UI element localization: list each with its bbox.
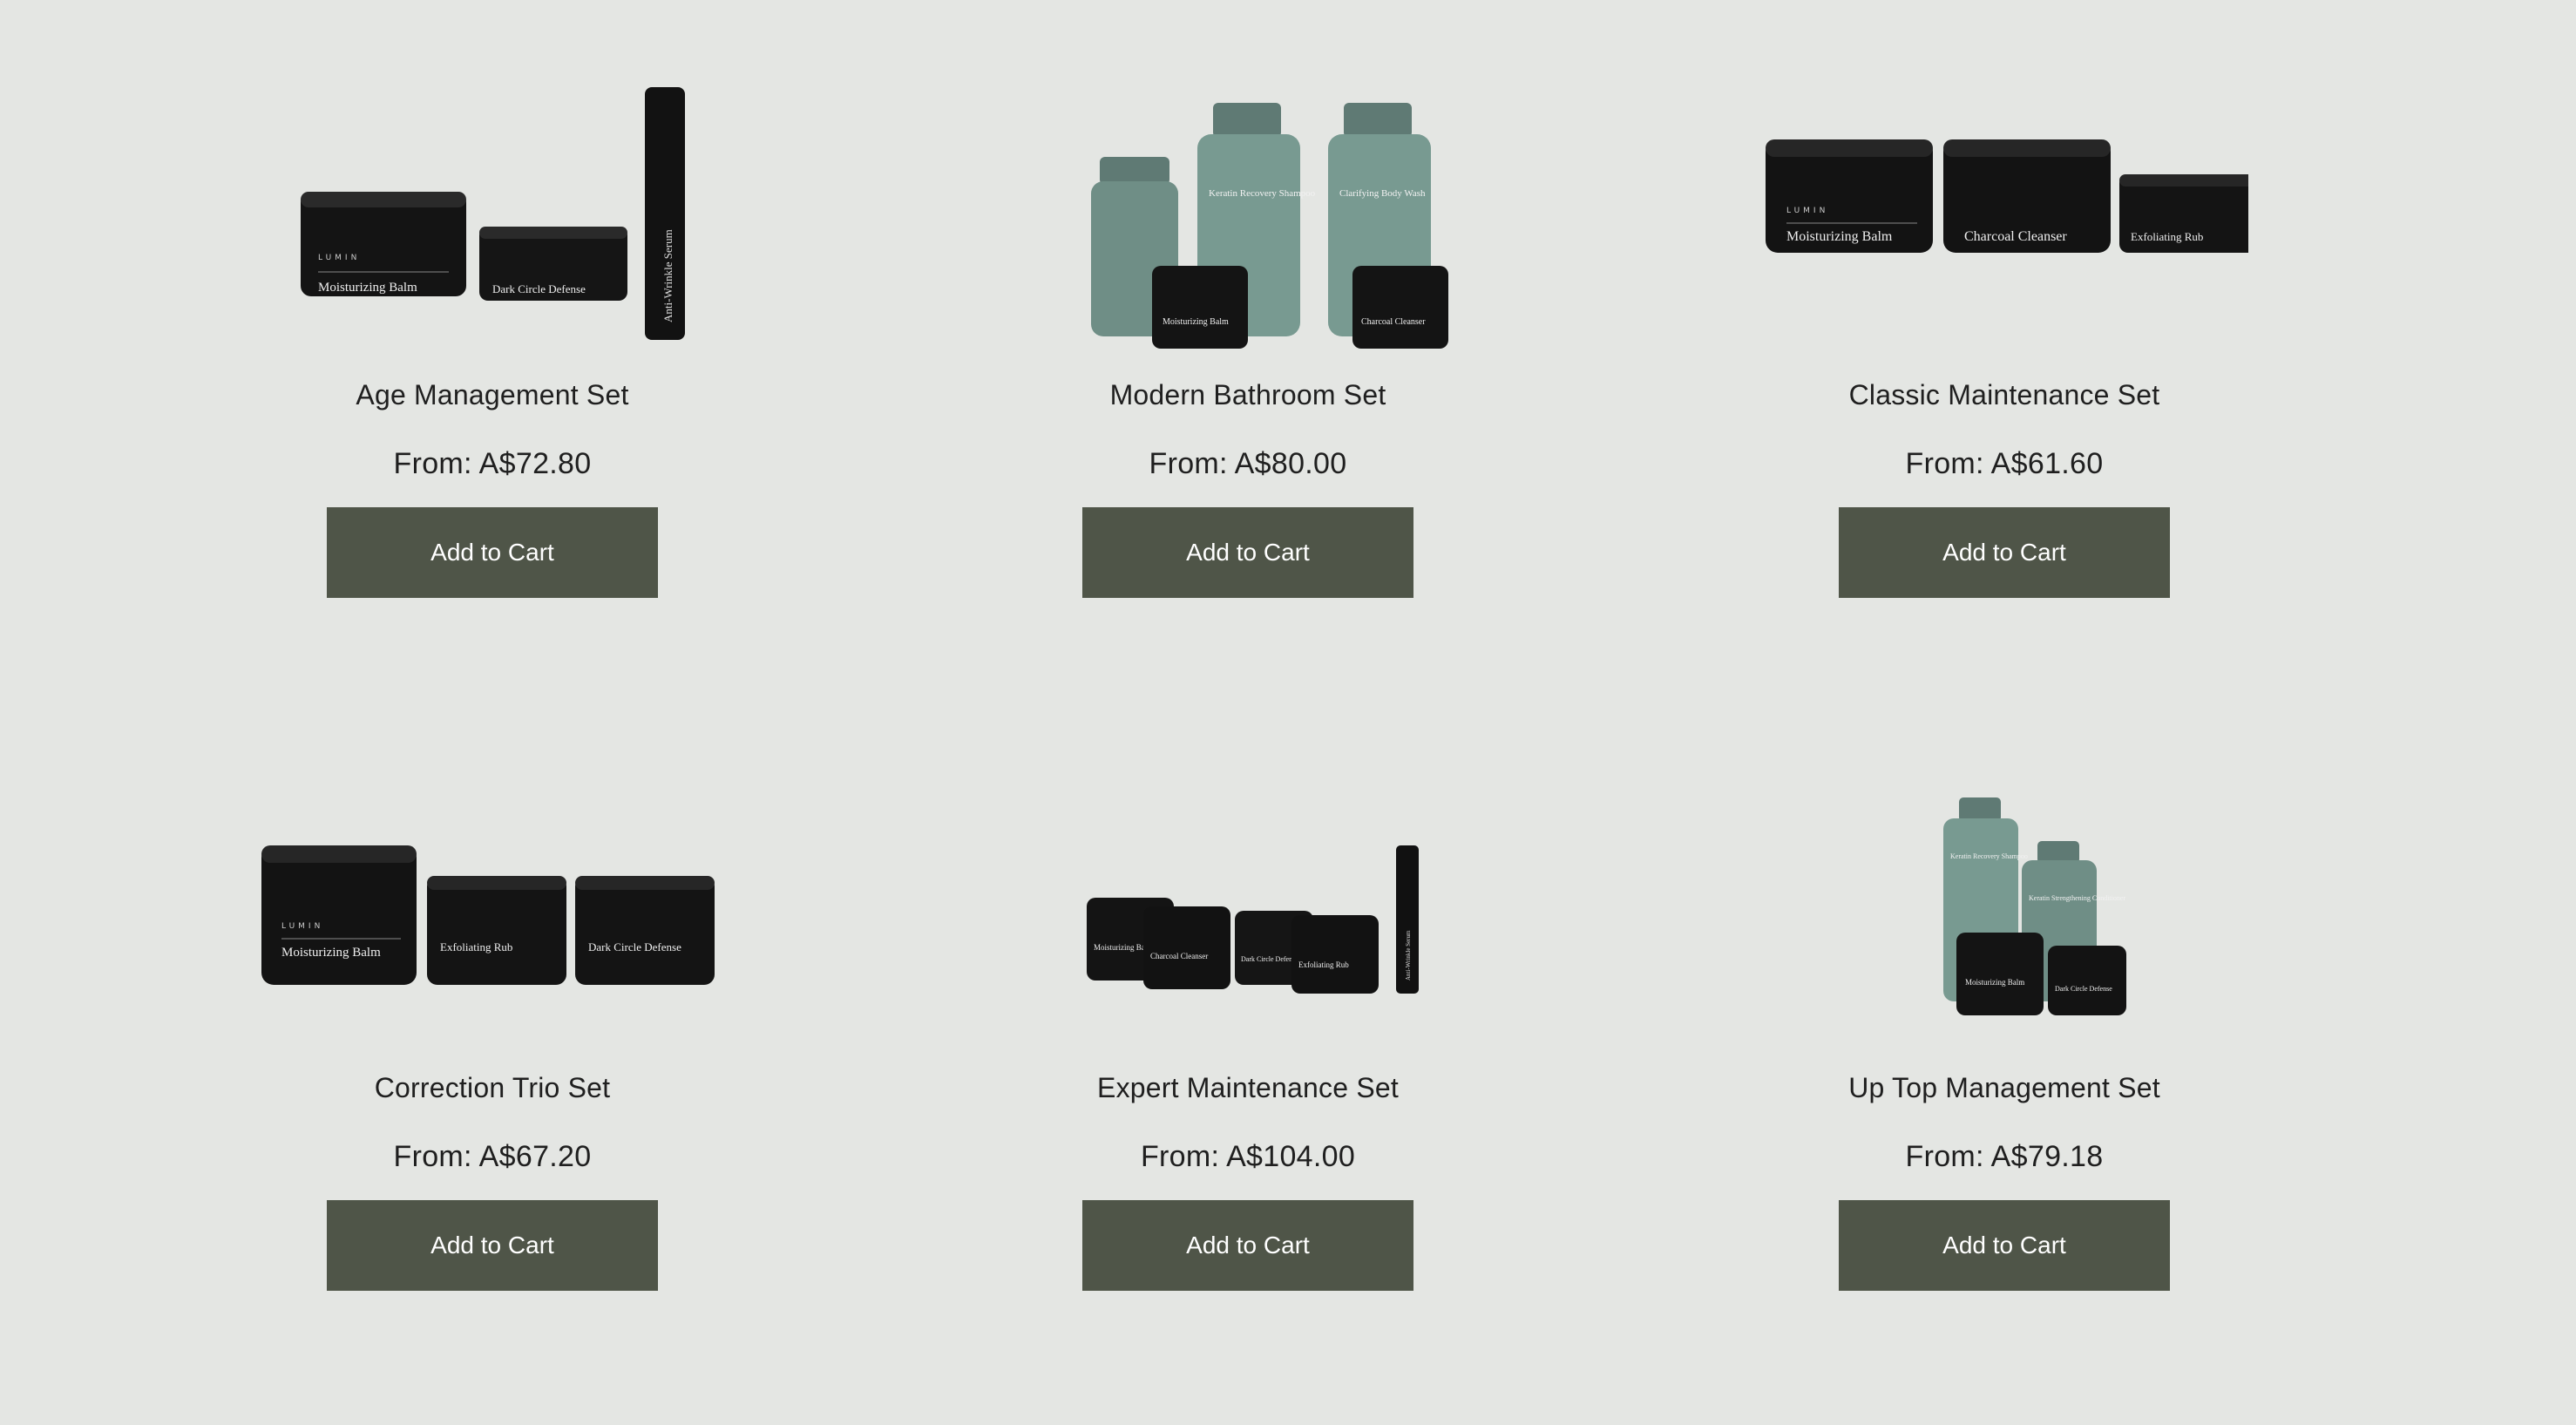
product-title[interactable]: Age Management Set <box>187 379 797 411</box>
svg-text:Charcoal Cleanser: Charcoal Cleanser <box>1964 229 2067 244</box>
add-to-cart-button[interactable]: Add to Cart <box>1839 1200 2170 1291</box>
svg-text:Dark Circle Defense: Dark Circle Defense <box>1241 955 1298 963</box>
svg-text:Moisturizing Balm: Moisturizing Balm <box>1786 229 1893 244</box>
product-price: From: A$72.80 <box>393 447 592 480</box>
svg-text:LUMIN: LUMIN <box>1786 207 1828 215</box>
product-image[interactable]: Moisturizing Balm Charcoal Cleanser Dark… <box>1004 763 1492 1059</box>
product-image[interactable]: LUMIN Moisturizing Balm Exfoliating Rub … <box>248 763 736 1059</box>
svg-text:Dark Circle Defense: Dark Circle Defense <box>492 282 586 295</box>
product-card: LUMIN Moisturizing Balm Exfoliating Rub … <box>187 763 797 1425</box>
product-price: From: A$61.60 <box>1905 447 2104 480</box>
svg-text:LUMIN: LUMIN <box>318 254 360 262</box>
product-card: LUMIN Moisturizing Balm Charcoal Cleanse… <box>1699 70 2309 732</box>
product-price: From: A$67.20 <box>393 1140 592 1173</box>
svg-text:Charcoal Cleanser: Charcoal Cleanser <box>1361 317 1426 327</box>
svg-text:Dark Circle Defense: Dark Circle Defense <box>2055 985 2112 993</box>
svg-text:Anti-Wrinkle Serum: Anti-Wrinkle Serum <box>661 229 675 322</box>
svg-text:Clarifying Body Wash: Clarifying Body Wash <box>1339 188 1426 199</box>
add-to-cart-button[interactable]: Add to Cart <box>327 1200 658 1291</box>
product-card: Keratin Recovery Shampoo Clarifying Body… <box>943 70 1553 732</box>
correction-trio-set-image: LUMIN Moisturizing Balm Exfoliating Rub … <box>261 845 715 985</box>
svg-text:Anti-Wrinkle Serum: Anti-Wrinkle Serum <box>1405 930 1412 981</box>
svg-text:Exfoliating Rub: Exfoliating Rub <box>440 940 512 953</box>
product-title[interactable]: Correction Trio Set <box>187 1072 797 1104</box>
expert-maintenance-set-image: Moisturizing Balm Charcoal Cleanser Dark… <box>1087 845 1419 994</box>
product-card: Moisturizing Balm Charcoal Cleanser Dark… <box>943 763 1553 1425</box>
add-to-cart-button[interactable]: Add to Cart <box>1082 1200 1413 1291</box>
product-image[interactable]: LUMIN Moisturizing Balm Dark Circle Defe… <box>248 70 736 366</box>
svg-text:Moisturizing Balm: Moisturizing Balm <box>1965 978 2024 987</box>
product-card: Keratin Recovery Shampoo Keratin Strengt… <box>1699 763 2309 1425</box>
product-card: LUMIN Moisturizing Balm Dark Circle Defe… <box>187 70 797 732</box>
svg-text:Keratin Recovery Shampoo: Keratin Recovery Shampoo <box>1209 188 1316 199</box>
svg-text:Keratin Strengthening Conditio: Keratin Strengthening Conditioner <box>2029 894 2125 902</box>
add-to-cart-button[interactable]: Add to Cart <box>1839 507 2170 598</box>
age-management-set-image: LUMIN Moisturizing Balm Dark Circle Defe… <box>301 87 685 340</box>
svg-text:Dark Circle Defense: Dark Circle Defense <box>588 940 681 953</box>
modern-bathroom-set-image: Keratin Recovery Shampoo Clarifying Body… <box>1091 103 1448 349</box>
product-image[interactable]: LUMIN Moisturizing Balm Charcoal Cleanse… <box>1760 70 2248 366</box>
classic-maintenance-set-image: LUMIN Moisturizing Balm Charcoal Cleanse… <box>1766 139 2248 253</box>
product-price: From: A$79.18 <box>1905 1140 2104 1173</box>
up-top-management-set-image: Keratin Recovery Shampoo Keratin Strengt… <box>1943 797 2126 1015</box>
svg-text:Charcoal Cleanser: Charcoal Cleanser <box>1150 952 1208 960</box>
product-title[interactable]: Expert Maintenance Set <box>943 1072 1553 1104</box>
svg-text:Exfoliating Rub: Exfoliating Rub <box>1298 960 1349 969</box>
product-title[interactable]: Classic Maintenance Set <box>1699 379 2309 411</box>
svg-text:Keratin Recovery Shampoo: Keratin Recovery Shampoo <box>1950 852 2028 860</box>
svg-text:Moisturizing Balm: Moisturizing Balm <box>318 281 417 295</box>
product-title[interactable]: Modern Bathroom Set <box>943 379 1553 411</box>
product-image[interactable]: Keratin Recovery Shampoo Keratin Strengt… <box>1760 763 2248 1059</box>
svg-text:Moisturizing Balm: Moisturizing Balm <box>281 946 381 960</box>
svg-text:Moisturizing Balm: Moisturizing Balm <box>1163 317 1229 327</box>
product-title[interactable]: Up Top Management Set <box>1699 1072 2309 1104</box>
add-to-cart-button[interactable]: Add to Cart <box>1082 507 1413 598</box>
product-price: From: A$104.00 <box>1140 1140 1356 1173</box>
add-to-cart-button[interactable]: Add to Cart <box>327 507 658 598</box>
product-price: From: A$80.00 <box>1149 447 1347 480</box>
product-image[interactable]: Keratin Recovery Shampoo Clarifying Body… <box>1004 70 1492 366</box>
svg-text:LUMIN: LUMIN <box>281 922 323 931</box>
product-grid: LUMIN Moisturizing Balm Dark Circle Defe… <box>0 0 2576 1396</box>
svg-text:Exfoliating Rub: Exfoliating Rub <box>2131 230 2203 243</box>
